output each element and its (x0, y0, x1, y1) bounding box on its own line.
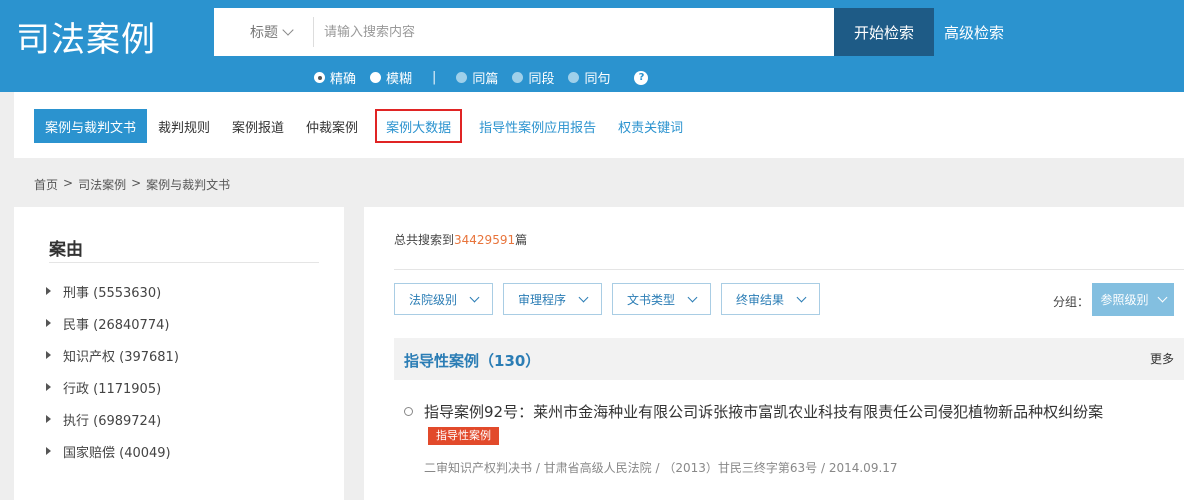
tab-rules[interactable]: 裁判规则 (147, 109, 221, 143)
caret-right-icon (46, 415, 51, 423)
group-label: 分组： (1053, 295, 1090, 309)
search-box: 标题 (214, 8, 834, 56)
section-title: 指导性案例（130） (404, 352, 541, 370)
filter-court-level[interactable]: 法院级别 (394, 283, 494, 315)
sidebar-item-state-compensation[interactable]: 国家赔偿 (40049) (46, 435, 179, 467)
tab-guiding-report[interactable]: 指导性案例应用报告 (468, 109, 607, 143)
logo[interactable]: 司法案例 (16, 12, 156, 61)
help-icon[interactable]: ? (634, 70, 649, 85)
result-count: 总共搜索到34429591篇 (394, 233, 528, 247)
sidebar-item-ip[interactable]: 知识产权 (397681) (46, 339, 179, 371)
radio-icon (568, 72, 580, 83)
divider (394, 269, 1184, 270)
tab-reports[interactable]: 案例报道 (221, 109, 295, 143)
radio-icon (314, 72, 325, 83)
radio-icon (370, 72, 382, 83)
advanced-search-link[interactable]: 高级检索 (944, 22, 1004, 43)
filter-final-result[interactable]: 终审结果 (721, 283, 821, 315)
breadcrumb-home[interactable]: 首页 (34, 176, 58, 193)
filter-procedure[interactable]: 审理程序 (503, 283, 603, 315)
search-button[interactable]: 开始检索 (834, 8, 934, 56)
tab-keywords[interactable]: 权责关键词 (607, 109, 694, 143)
section-header: 指导性案例（130） 更多 (394, 338, 1184, 380)
sidebar: 案由 刑事 (5553630) 民事 (26840774) 知识产权 (3976… (14, 207, 344, 500)
search-input[interactable] (314, 17, 834, 47)
search-field-label: 标题 (250, 25, 278, 41)
option-same-paragraph[interactable]: 同段 (512, 68, 554, 87)
chevron-down-icon (687, 292, 698, 302)
caret-right-icon (46, 447, 51, 455)
more-link[interactable]: 更多 (1150, 350, 1174, 367)
results-panel: 总共搜索到34429591篇 法院级别 审理程序 文书类型 终审结果 分组： 参… (364, 207, 1184, 500)
radio-icon (456, 72, 468, 83)
option-same-sentence[interactable]: 同句 (568, 68, 610, 87)
case-meta: 二审知识产权判决书 / 甘肃省高级人民法院 / （2013）甘民三终字第63号 … (424, 461, 898, 475)
header: 司法案例 标题 开始检索 高级检索 精确 模糊 | 同篇 同段 同句 (0, 0, 1184, 92)
option-fuzzy[interactable]: 模糊 (370, 68, 412, 87)
sidebar-item-execution[interactable]: 执行 (6989724) (46, 403, 179, 435)
sidebar-item-administrative[interactable]: 行政 (1171905) (46, 371, 179, 403)
divider: | (432, 70, 437, 85)
sidebar-item-criminal[interactable]: 刑事 (5553630) (46, 275, 179, 307)
caret-right-icon (46, 383, 51, 391)
option-exact[interactable]: 精确 (314, 68, 356, 87)
case-tag-badge: 指导性案例 (428, 427, 499, 445)
caret-right-icon (46, 351, 51, 359)
tab-cases-judgments[interactable]: 案例与裁判文书 (34, 109, 148, 143)
group-select[interactable]: 参照级别 (1092, 283, 1174, 316)
search-options: 精确 模糊 | 同篇 同段 同句 ? (314, 68, 649, 87)
case-title-link[interactable]: 指导案例92号：莱州市金海种业有限公司诉张掖市富凯农业科技有限责任公司侵犯植物新… (424, 400, 1124, 448)
breadcrumb-cases[interactable]: 司法案例 (78, 176, 126, 193)
result-count-number: 34429591 (454, 233, 516, 247)
radio-icon (512, 72, 524, 83)
chevron-down-icon (578, 292, 589, 302)
chevron-down-icon (469, 292, 480, 302)
chevron-down-icon (282, 24, 294, 36)
tab-arbitration[interactable]: 仲裁案例 (295, 109, 369, 143)
nav-bar: 案例与裁判文书 裁判规则 案例报道 仲裁案例 案例大数据 指导性案例应用报告 权… (14, 92, 1184, 158)
search-field-select[interactable]: 标题 (214, 17, 314, 47)
option-same-article[interactable]: 同篇 (456, 68, 498, 87)
bullet-icon (404, 407, 413, 416)
chevron-down-icon (1157, 292, 1167, 303)
filter-document-type[interactable]: 文书类型 (612, 283, 712, 315)
filter-bar: 法院级别 审理程序 文书类型 终审结果 (394, 283, 821, 315)
sidebar-item-civil[interactable]: 民事 (26840774) (46, 307, 179, 339)
caret-right-icon (46, 319, 51, 327)
caret-right-icon (46, 287, 51, 295)
chevron-down-icon (796, 292, 807, 302)
tab-big-data[interactable]: 案例大数据 (375, 109, 463, 143)
breadcrumb-current: 案例与裁判文书 (146, 178, 231, 192)
sidebar-title: 案由 (49, 240, 83, 260)
breadcrumb: 首页 > 司法案例 > 案例与裁判文书 (34, 176, 231, 193)
divider (49, 262, 319, 263)
